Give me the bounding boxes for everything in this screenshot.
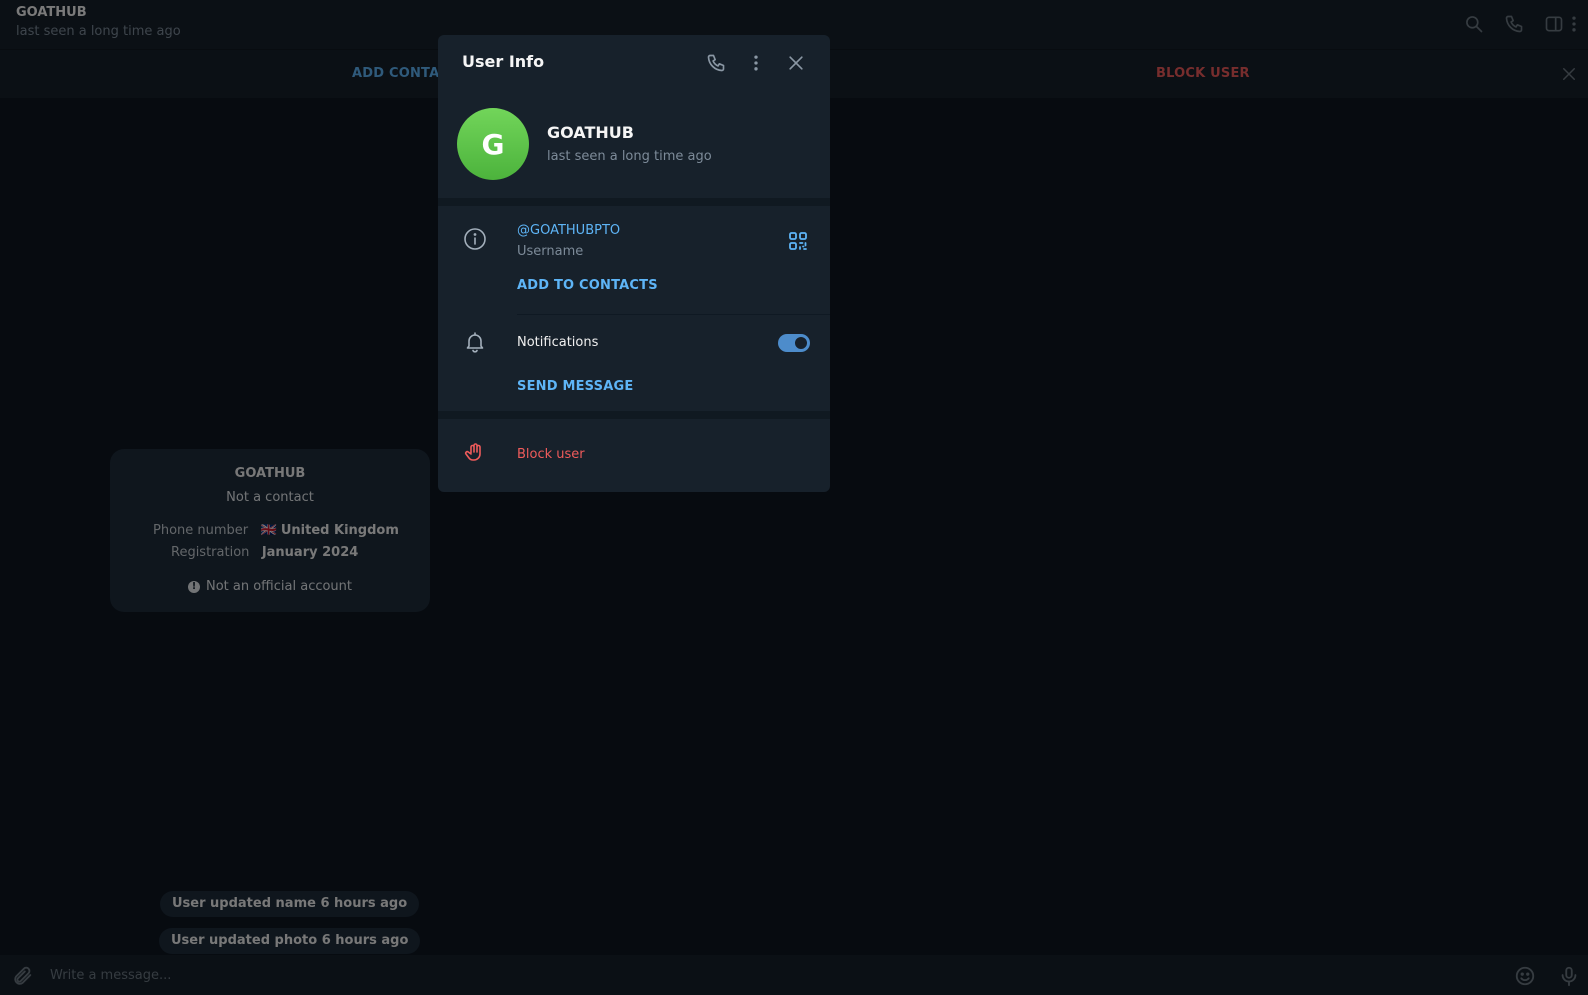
row-divider	[517, 314, 830, 315]
user-status: last seen a long time ago	[547, 149, 712, 164]
username-value[interactable]: @GOATHUBPTO	[517, 223, 620, 238]
avatar[interactable]: G	[457, 108, 529, 180]
qr-code-icon[interactable]	[788, 231, 808, 251]
hand-stop-icon	[462, 440, 488, 466]
add-to-contacts-button[interactable]: ADD TO CONTACTS	[517, 278, 658, 293]
block-user-row[interactable]: Block user	[517, 447, 585, 462]
bell-icon	[462, 329, 488, 355]
notifications-toggle[interactable]	[778, 334, 810, 352]
section-divider	[438, 198, 830, 206]
notifications-label: Notifications	[517, 335, 599, 350]
dialog-title: User Info	[462, 52, 545, 71]
call-icon[interactable]	[704, 51, 728, 75]
username-label: Username	[517, 244, 584, 259]
info-icon	[462, 226, 488, 252]
send-message-button[interactable]: SEND MESSAGE	[517, 379, 633, 394]
section-divider	[438, 411, 830, 419]
user-info-dialog: User Info G GOATHUB last seen a long tim…	[438, 35, 830, 492]
telegram-window: GOATHUB last seen a long time ago ADD CO…	[0, 0, 1588, 995]
toggle-knob	[793, 335, 809, 351]
more-vertical-icon[interactable]	[744, 51, 768, 75]
close-icon[interactable]	[784, 51, 808, 75]
user-name: GOATHUB	[547, 123, 634, 142]
